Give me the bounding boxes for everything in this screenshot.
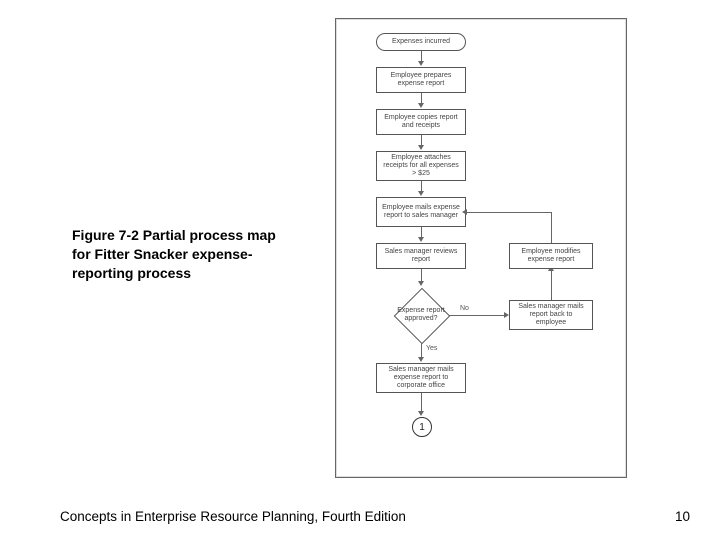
label-yes: Yes [426, 345, 437, 352]
arrow-icon [418, 411, 424, 416]
process-mail-corporate: Sales manager mails expense report to co… [376, 363, 466, 393]
process-attach-receipts: Employee attaches receipts for all expen… [376, 151, 466, 181]
process-mail-back: Sales manager mails report back to emplo… [509, 300, 593, 330]
arrow-icon [418, 237, 424, 242]
process-manager-review: Sales manager reviews report [376, 243, 466, 269]
off-page-connector: 1 [412, 417, 432, 437]
process-prepare-report: Employee prepares expense report [376, 67, 466, 93]
process-employee-modifies: Employee modifies expense report [509, 243, 593, 269]
arrow-icon [418, 191, 424, 196]
arrow-icon [418, 145, 424, 150]
start-terminator: Expenses incurred [376, 33, 466, 51]
flowchart-panel: Expenses incurred Employee prepares expe… [335, 18, 627, 478]
process-copy-receipts: Employee copies report and receipts [376, 109, 466, 135]
arrow-icon [418, 281, 424, 286]
arrow-icon [418, 61, 424, 66]
arrow-icon [418, 103, 424, 108]
page-number: 10 [675, 509, 690, 524]
footer-book-title: Concepts in Enterprise Resource Planning… [60, 509, 406, 524]
arrow-icon [462, 209, 467, 215]
figure-caption: Figure 7-2 Partial process map for Fitte… [72, 226, 292, 283]
decision-approved: Expense report approved? [393, 287, 449, 343]
label-no: No [460, 305, 469, 312]
flowchart: Expenses incurred Employee prepares expe… [336, 19, 626, 477]
process-mail-to-manager: Employee mails expense report to sales m… [376, 197, 466, 227]
arrow-icon [418, 357, 424, 362]
